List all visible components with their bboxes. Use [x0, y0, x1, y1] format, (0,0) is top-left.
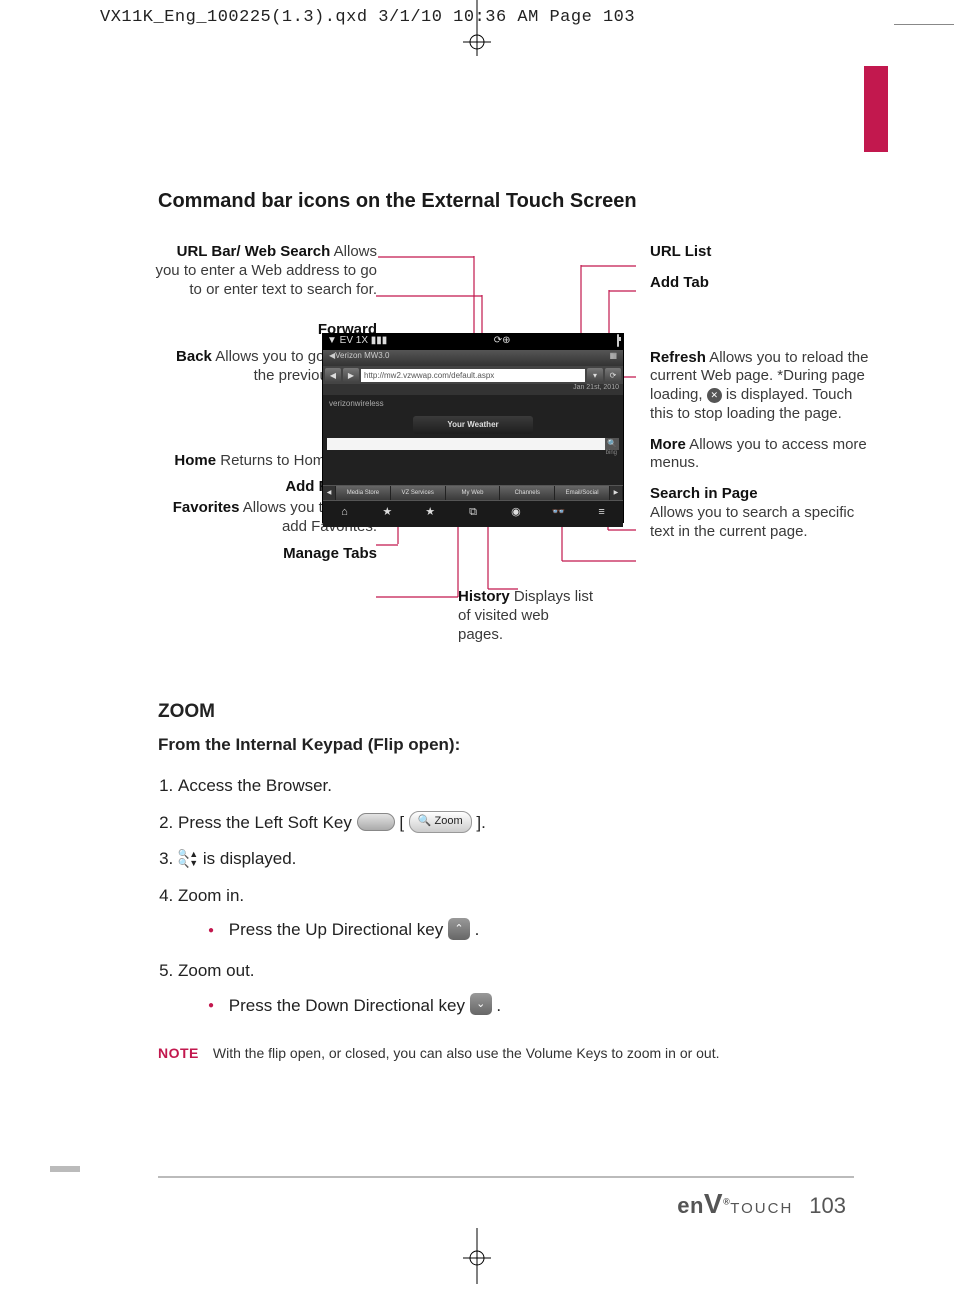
zoom-pill-icon: 🔍 Zoom [409, 811, 472, 833]
print-job-header: VX11K_Eng_100225(1.3).qxd 3/1/10 10:36 A… [100, 8, 774, 27]
right-callouts: URL List Add Tab Refresh Allows you to r… [650, 243, 870, 553]
footer-rule [158, 1176, 854, 1180]
more-icon[interactable]: ≡ [580, 501, 623, 527]
tabs-right-arrow[interactable]: ▶ [610, 486, 623, 500]
step-2: Press the Left Soft Key [ 🔍 Zoom ]. [178, 808, 858, 839]
history-icon[interactable]: ◉ [494, 501, 537, 527]
back-button[interactable]: ◀ [325, 368, 341, 382]
favorites-icon[interactable]: ★ [409, 501, 452, 527]
step-1: Access the Browser. [178, 771, 858, 802]
weather-button[interactable]: Your Weather [413, 416, 533, 434]
tab-my-web[interactable]: My Web [446, 486, 501, 500]
home-icon[interactable]: ⌂ [323, 501, 366, 527]
zoom-subtitle: From the Internal Keypad (Flip open): [158, 735, 858, 755]
note-label: NOTE [158, 1045, 199, 1061]
signal-icons: ▼ EV 1X ▮▮▮ [327, 335, 387, 349]
callout-url-list: URL List [650, 243, 870, 262]
forward-button[interactable]: ▶ [343, 368, 359, 382]
page: VX11K_Eng_100225(1.3).qxd 3/1/10 10:36 A… [0, 0, 954, 1292]
status-center-icons: ⟳⊕ [494, 335, 511, 349]
up-key-icon: ⌃ [448, 918, 470, 940]
left-soft-key-icon [357, 813, 395, 831]
step-5: Zoom out. Press the Down Directional key… [178, 956, 858, 1021]
step-4: Zoom in. Press the Up Directional key ⌃ … [178, 881, 858, 946]
add-favorite-icon[interactable]: ★ [366, 501, 409, 527]
date-strip: Jan 21st, 2010 [323, 384, 623, 395]
url-row: ◀ ▶ http://mw2.vzwwap.com/default.aspx ▾… [323, 366, 623, 384]
zoom-section: ZOOM From the Internal Keypad (Flip open… [158, 701, 858, 1061]
page-number: 103 [809, 1193, 846, 1219]
section-title: Command bar icons on the External Touch … [158, 190, 858, 213]
note: NOTE With the flip open, or closed, you … [158, 1045, 858, 1061]
brand-logo: enV®TOUCH [677, 1188, 793, 1220]
step-3: 🔍▲🔍▼ is displayed. [178, 844, 858, 875]
phone-screenshot: ▼ EV 1X ▮▮▮ ⟳⊕ ◀ Verizon MW3.0 ▦ ◀ ▶ htt… [322, 333, 624, 523]
phone-status-bar: ▼ EV 1X ▮▮▮ ⟳⊕ [323, 334, 623, 350]
margin-tick [50, 1166, 80, 1172]
zoom-steps: Access the Browser. Press the Left Soft … [158, 771, 858, 1021]
callout-history: History Displays list of visited web pag… [458, 588, 598, 644]
registration-mark-top [463, 28, 491, 56]
footer-brand: enV®TOUCH 103 [677, 1188, 846, 1220]
search-in-page-icon[interactable]: 👓 [537, 501, 580, 527]
page-body: verizonwireless Your Weather 🔍 bing [323, 395, 623, 485]
callout-more: More Allows you to access more menus. [650, 436, 870, 474]
zoom-indicator-icon: 🔍▲🔍▼ [178, 850, 198, 868]
tabs-left-arrow[interactable]: ◀ [323, 486, 336, 500]
note-text: With the flip open, or closed, you can a… [213, 1045, 720, 1061]
zoom-title: ZOOM [158, 701, 858, 723]
step-4-sub: Press the Up Directional key ⌃ . [208, 915, 858, 946]
tab-email-social[interactable]: Email/Social [555, 486, 610, 500]
search-input[interactable] [327, 438, 605, 450]
search-icon[interactable]: 🔍 [605, 438, 619, 450]
category-tabs: ◀ Media Store VZ Services My Web Channel… [323, 485, 623, 500]
tab-channels[interactable]: Channels [500, 486, 555, 500]
search-engine-label: bing [323, 450, 623, 456]
registration-mark-bottom [463, 1228, 491, 1284]
browser-title-bar: ◀ Verizon MW3.0 ▦ [323, 350, 623, 366]
callout-search-in-page: Search in Page Allows you to search a sp… [650, 485, 870, 541]
content-area: Command bar icons on the External Touch … [158, 190, 858, 1061]
crop-rule-right [894, 24, 954, 25]
callout-refresh: Refresh Allows you to reload the current… [650, 349, 870, 424]
url-list-button[interactable]: ▾ [587, 368, 603, 382]
battery-icon [617, 335, 619, 349]
tab-vz-services[interactable]: VZ Services [391, 486, 446, 500]
tab-media-store[interactable]: Media Store [336, 486, 391, 500]
callout-manage-tabs: Manage Tabs [152, 545, 377, 564]
step-5-sub: Press the Down Directional key ⌄ . [208, 991, 858, 1022]
down-key-icon: ⌄ [470, 993, 492, 1015]
stop-icon: ✕ [707, 388, 722, 403]
url-field[interactable]: http://mw2.vzwwap.com/default.aspx [361, 369, 585, 382]
side-tab-accent [864, 66, 888, 152]
callout-diagram: URL Bar/ Web Search Allows you to enter … [158, 243, 858, 673]
manage-tabs-icon[interactable]: ⧉ [452, 501, 495, 527]
refresh-button[interactable]: ⟳ [605, 368, 621, 382]
callout-url-bar: URL Bar/ Web Search Allows you to enter … [152, 243, 377, 299]
carrier-brand: verizonwireless [323, 395, 623, 412]
command-bar: ⌂ ★ ★ ⧉ ◉ 👓 ≡ [323, 500, 623, 527]
callout-add-tab: Add Tab [650, 274, 870, 293]
